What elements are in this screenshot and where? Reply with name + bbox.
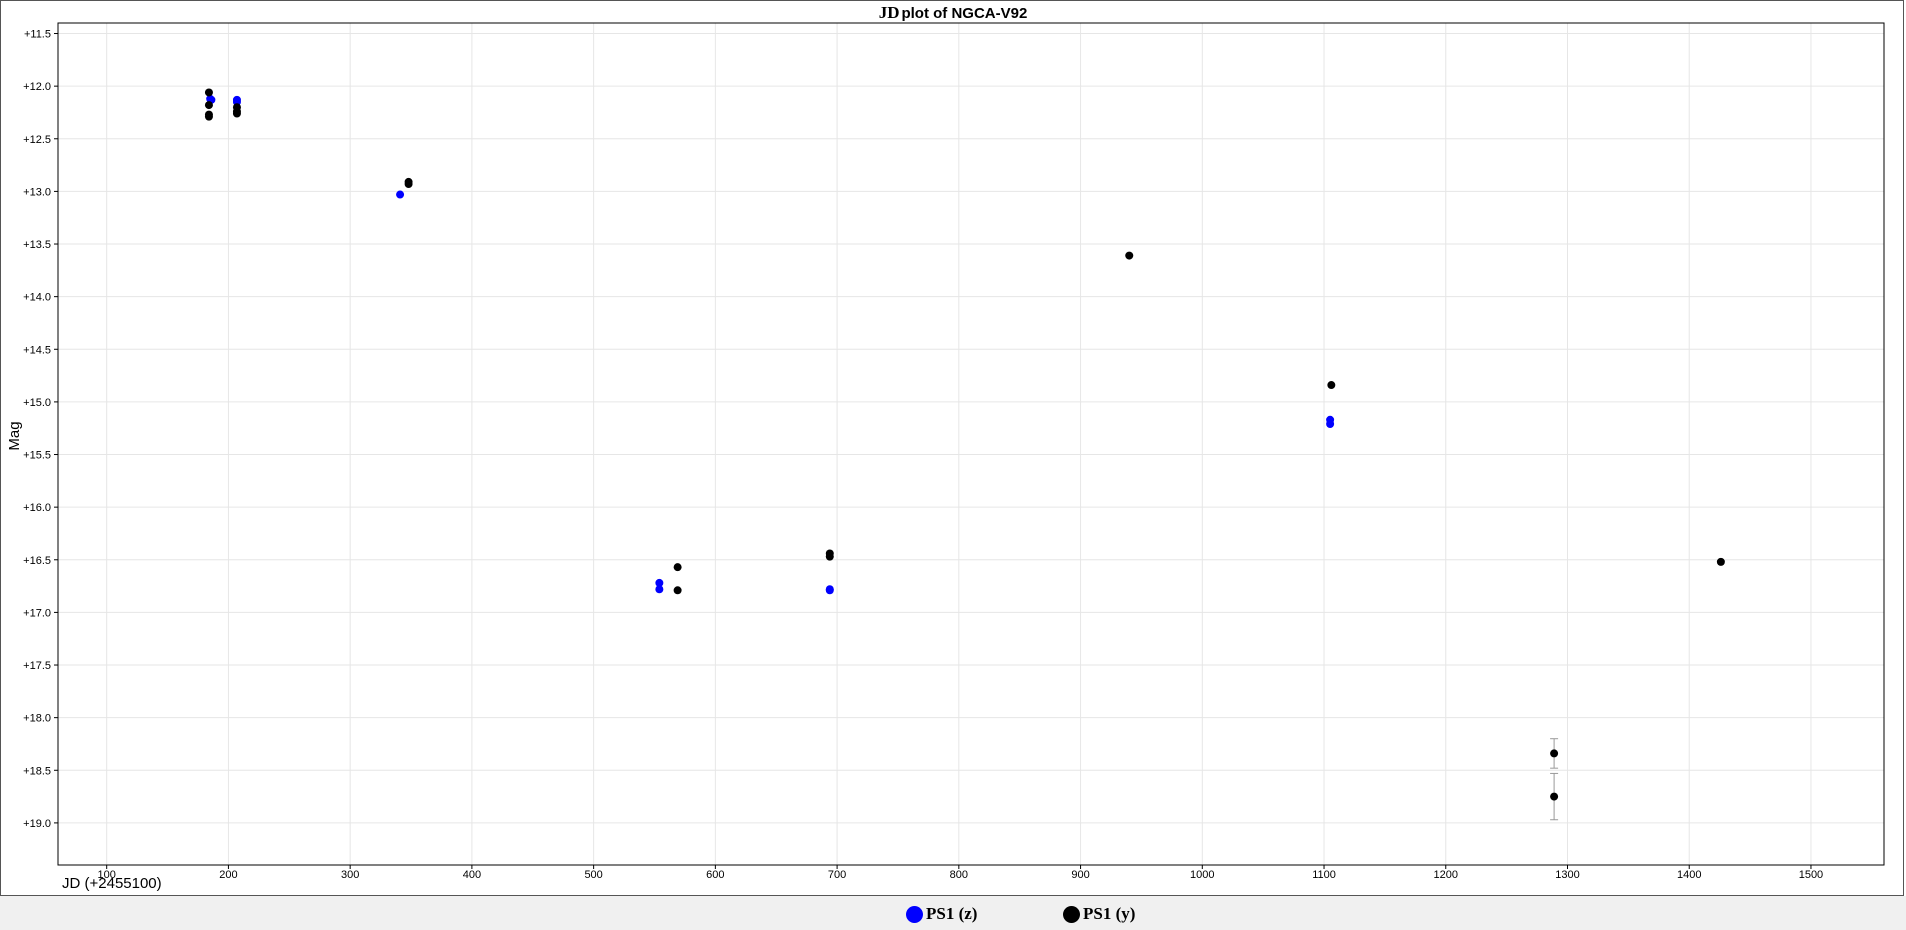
legend-swatch-ps1-z — [906, 905, 923, 923]
x-tick-label: 700 — [828, 869, 846, 881]
x-tick-label: 1300 — [1555, 869, 1579, 881]
y-tick-label: +16.5 — [23, 555, 51, 567]
y-tick-label: +15.0 — [23, 397, 51, 409]
x-axis-ticks: 100 200 300 400 500 600 700 800 900 1000 1100 1200 1… — [98, 865, 1823, 881]
x-tick-label: 1400 — [1677, 869, 1701, 881]
x-tick-label: 1100 — [1312, 869, 1336, 881]
legend-label-ps1-z: PS1 (z) — [926, 904, 978, 923]
legend-item-ps1-z: PS1 (z) — [906, 904, 977, 924]
chart-title-rest: plot of NGCA-V92 — [901, 5, 1027, 22]
data-point-ps1-z — [825, 586, 834, 595]
data-point-ps1-y — [673, 563, 682, 572]
data-point-ps1-y — [1716, 557, 1725, 566]
x-tick-label: 200 — [219, 869, 237, 881]
y-tick-label: +16.0 — [23, 502, 51, 514]
y-tick-label: +18.5 — [23, 765, 51, 777]
y-tick-label: +12.5 — [23, 134, 51, 146]
y-tick-label: +11.5 — [24, 29, 51, 41]
y-tick-label: +14.5 — [23, 344, 51, 356]
legend: PS1 (z) PS1 (y) — [0, 896, 1906, 930]
data-point-ps1-y — [1550, 792, 1559, 801]
jd-plot-chart: +11.5 +12.0 +12.5 +13.0 +13.5 +14.0 +14.5 +15.0… — [6, 3, 1885, 892]
y-tick-label: +17.5 — [23, 660, 51, 672]
chart-title: JD plot of NGCA-V92 — [879, 3, 1028, 22]
data-point-ps1-y — [1327, 381, 1336, 390]
data-point-ps1-y — [204, 88, 213, 97]
x-tick-label: 600 — [706, 869, 724, 881]
x-tick-label: 400 — [463, 869, 481, 881]
x-tick-label: 800 — [950, 869, 968, 881]
x-tick-label: 1000 — [1190, 869, 1214, 881]
data-point-ps1-y — [404, 180, 413, 189]
y-tick-label: +14.0 — [23, 292, 51, 304]
y-axis-ticks: +11.5 +12.0 +12.5 +13.0 +13.5 +14.0 +14.5 +15.0… — [23, 29, 58, 830]
legend-swatch-ps1-y — [1063, 905, 1080, 923]
y-axis-label: Mag — [6, 421, 23, 450]
data-point-ps1-z — [655, 585, 664, 594]
y-tick-label: +12.0 — [23, 81, 51, 93]
data-point-ps1-y — [204, 112, 213, 121]
data-point-ps1-y — [1125, 251, 1134, 260]
legend-label-ps1-y: PS1 (y) — [1083, 904, 1136, 923]
data-point-ps1-z — [1326, 420, 1335, 429]
data-point-ps1-y — [232, 109, 241, 118]
data-point-ps1-y — [1550, 749, 1559, 758]
data-point-ps1-z — [396, 190, 405, 199]
plot-area — [57, 22, 1885, 866]
data-point-ps1-y — [673, 586, 682, 595]
data-point-ps1-y — [204, 101, 213, 110]
x-tick-label: 1200 — [1434, 869, 1458, 881]
y-tick-label: +13.5 — [23, 239, 51, 251]
x-tick-label: 500 — [584, 869, 602, 881]
y-tick-label: +17.0 — [23, 607, 51, 619]
grid-lines — [58, 23, 1884, 865]
y-tick-label: +15.5 — [23, 450, 51, 462]
data-point-ps1-y — [825, 552, 834, 561]
y-tick-label: +18.0 — [23, 713, 51, 725]
legend-item-ps1-y: PS1 (y) — [1063, 904, 1135, 924]
x-axis-label: JD (+2455100) — [62, 875, 162, 892]
x-tick-label: 300 — [341, 869, 359, 881]
y-tick-label: +13.0 — [23, 186, 51, 198]
y-tick-label: +19.0 — [23, 818, 51, 830]
x-tick-label: 1500 — [1799, 869, 1823, 881]
x-tick-label: 900 — [1071, 869, 1089, 881]
chart-title-prefix: JD — [879, 3, 900, 22]
